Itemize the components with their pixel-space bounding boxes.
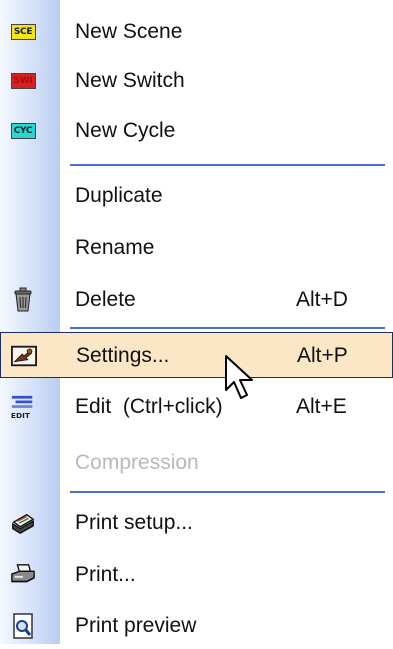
menu-item-rename[interactable]: Rename bbox=[0, 225, 393, 271]
menu-item-label: Print setup... bbox=[75, 511, 193, 534]
printer-icon bbox=[10, 563, 36, 587]
trash-can-icon bbox=[10, 287, 36, 312]
shortcut-label: Alt+P bbox=[297, 344, 348, 367]
mouse-pointer-icon bbox=[224, 354, 266, 407]
menu-separator bbox=[70, 327, 385, 329]
menu-item-edit[interactable]: EDIT Edit (Ctrl+click) Alt+E bbox=[0, 384, 393, 430]
print-setup-icon bbox=[10, 511, 36, 535]
menu-item-label: Settings... bbox=[76, 344, 170, 367]
menu-item-label: Edit (Ctrl+click) bbox=[75, 395, 223, 418]
menu-item-settings[interactable]: Settings... Alt+P bbox=[0, 332, 393, 378]
menu-item-label: New Scene bbox=[75, 20, 183, 43]
menu-item-label: New Switch bbox=[75, 69, 185, 92]
menu-item-duplicate[interactable]: Duplicate bbox=[0, 173, 393, 219]
menu-item-delete[interactable]: Delete Alt+D bbox=[0, 277, 393, 323]
menu-separator bbox=[70, 491, 385, 493]
menu-item-label: Print preview bbox=[75, 614, 197, 637]
print-preview-icon bbox=[10, 613, 36, 639]
switch-badge-icon: SWI bbox=[10, 69, 36, 93]
menu-item-label: Duplicate bbox=[75, 184, 163, 207]
svg-text:EDIT: EDIT bbox=[11, 411, 31, 420]
menu-item-new-scene[interactable]: SCE New Scene bbox=[0, 9, 393, 55]
menu-item-label: Print... bbox=[75, 563, 136, 586]
shortcut-label: Alt+E bbox=[296, 395, 347, 418]
menu-item-print[interactable]: Print... bbox=[0, 552, 393, 598]
menu-item-print-preview[interactable]: Print preview bbox=[0, 603, 393, 649]
menu-item-new-switch[interactable]: SWI New Switch bbox=[0, 58, 393, 104]
menu-separator bbox=[70, 164, 385, 166]
menu-item-label: New Cycle bbox=[75, 119, 176, 142]
menu-item-label: Compression bbox=[75, 451, 199, 474]
scene-badge-icon: SCE bbox=[10, 20, 36, 44]
edit-icon: EDIT bbox=[10, 395, 36, 420]
context-menu: SCE New Scene SWI New Switch CYC New Cyc… bbox=[0, 0, 393, 644]
settings-icon bbox=[11, 344, 37, 368]
shortcut-label: Alt+D bbox=[296, 288, 348, 311]
menu-item-label: Rename bbox=[75, 236, 155, 259]
menu-item-compression: Compression bbox=[0, 440, 393, 486]
cycle-badge-icon: CYC bbox=[10, 119, 36, 143]
menu-item-print-setup[interactable]: Print setup... bbox=[0, 500, 393, 546]
menu-item-label: Delete bbox=[75, 288, 136, 311]
menu-item-new-cycle[interactable]: CYC New Cycle bbox=[0, 108, 393, 154]
